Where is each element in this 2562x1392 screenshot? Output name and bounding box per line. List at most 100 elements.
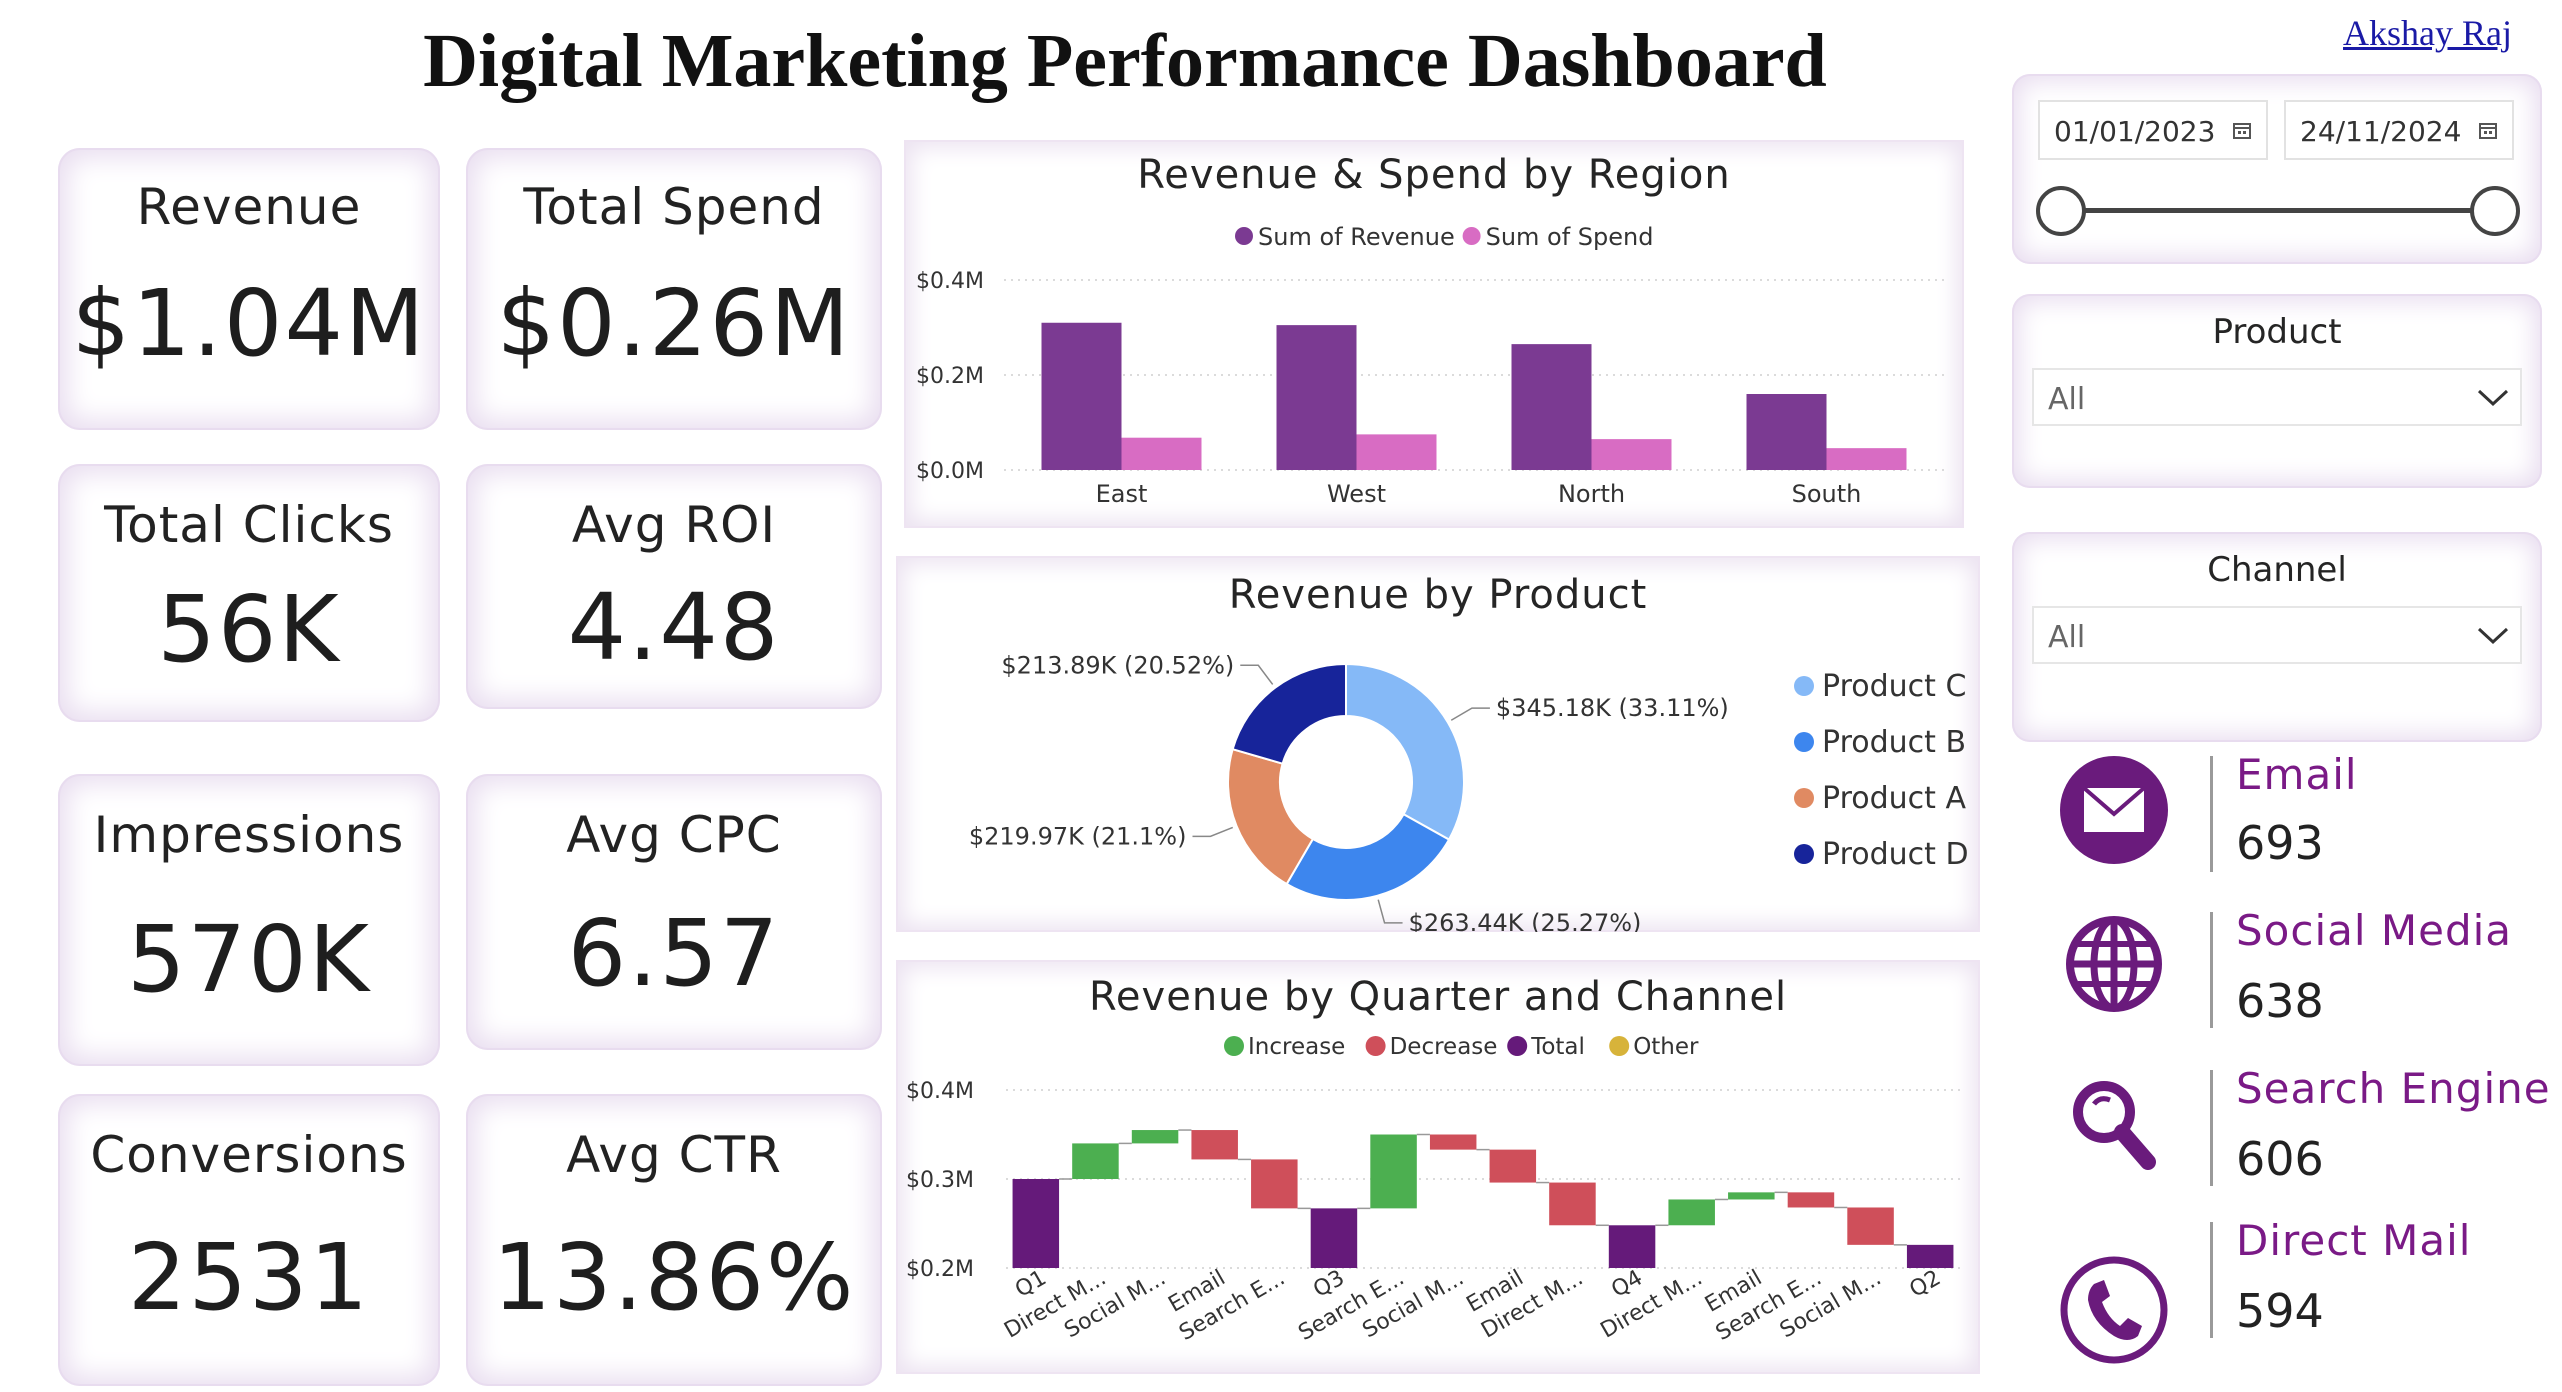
- product-dropdown[interactable]: All: [2032, 368, 2522, 426]
- waterfall-bar: [1608, 1225, 1656, 1268]
- legend-marker: [1794, 732, 1814, 752]
- channel-name: Email: [2236, 750, 2358, 799]
- kpi-label: Revenue: [136, 178, 362, 236]
- legend-marker: [1794, 844, 1814, 864]
- kpi-card-impressions: Impressions 570K: [58, 774, 440, 1066]
- channel-count: 606: [2236, 1132, 2324, 1186]
- kpi-card-avg-cpc: Avg CPC 6.57: [466, 774, 882, 1050]
- calendar-icon[interactable]: [2478, 120, 2498, 140]
- legend-label: Increase: [1248, 1034, 1345, 1060]
- bar: [1041, 322, 1122, 470]
- date-slider-end-handle[interactable]: [2470, 186, 2520, 236]
- y-tick-label: $0.2M: [906, 1257, 974, 1282]
- donut-slice: [1285, 812, 1451, 901]
- x-tick-label: North: [1558, 480, 1625, 508]
- y-tick-label: $0.3M: [906, 1168, 974, 1193]
- legend-label: Total: [1530, 1034, 1585, 1060]
- kpi-value: 2531: [127, 1224, 371, 1331]
- channel-count: 693: [2236, 816, 2324, 870]
- bar: [1121, 437, 1202, 470]
- legend-label: Product B: [1822, 725, 1966, 760]
- envelope-icon: [2060, 756, 2168, 864]
- donut-slice: [1231, 662, 1347, 765]
- waterfall-bar: [1549, 1182, 1596, 1226]
- product-dropdown-value: All: [2048, 382, 2086, 417]
- channel-name: Search Engine: [2236, 1064, 2551, 1113]
- end-date-input[interactable]: 24/11/2024: [2284, 100, 2514, 160]
- waterfall-bar: [1787, 1192, 1835, 1208]
- region-bar-chart: Sum of Revenue Sum of Spend $0.0M $0.2M $0.4…: [916, 223, 1944, 508]
- search-icon: [2073, 1081, 2156, 1170]
- bar: [1276, 325, 1357, 470]
- channel-dropdown[interactable]: All: [2032, 606, 2522, 664]
- waterfall-bar: [1489, 1149, 1537, 1183]
- dashboard-title: Digital Marketing Performance Dashboard: [423, 19, 1827, 103]
- date-slider-start-handle[interactable]: [2036, 186, 2086, 236]
- data-label: $345.18K (33.11%): [1496, 694, 1729, 722]
- kpi-label: Avg ROI: [571, 496, 777, 554]
- leader-line: [1240, 664, 1274, 685]
- legend-marker: [1462, 227, 1481, 245]
- kpi-value: 4.48: [567, 574, 781, 681]
- divider: [2210, 756, 2213, 872]
- kpi-label: Conversions: [90, 1126, 408, 1184]
- waterfall-bar: [1072, 1143, 1119, 1179]
- author-link[interactable]: Akshay Raj: [2343, 12, 2512, 54]
- legend-marker: [1365, 1036, 1386, 1056]
- kpi-label: Total Clicks: [104, 496, 394, 554]
- kpi-value: 56K: [157, 576, 341, 683]
- kpi-card-avg-ctr: Avg CTR 13.86%: [466, 1094, 882, 1386]
- legend-label: Decrease: [1390, 1034, 1498, 1060]
- kpi-card-total-clicks: Total Clicks 56K: [58, 464, 440, 722]
- waterfall-bar: [1251, 1159, 1298, 1209]
- slicer-title: Channel: [2207, 550, 2347, 590]
- quarter-chart-panel: Revenue by Quarter and Channel Increase D…: [896, 960, 1980, 1374]
- legend-label: Product C: [1822, 669, 1966, 704]
- bar: [1746, 394, 1827, 470]
- divider: [2210, 1222, 2213, 1338]
- waterfall-bar: [1847, 1207, 1894, 1245]
- date-range-slicer: 01/01/2023 24/11/2024: [2012, 74, 2542, 264]
- kpi-label: Avg CTR: [566, 1126, 782, 1184]
- waterfall-bar: [1191, 1130, 1238, 1160]
- kpi-card-avg-roi: Avg ROI 4.48: [466, 464, 882, 709]
- divider: [2210, 1070, 2213, 1186]
- calendar-icon[interactable]: [2232, 120, 2252, 140]
- waterfall-bar: [1131, 1130, 1179, 1144]
- kpi-value: 6.57: [567, 900, 781, 1007]
- bar: [1826, 448, 1907, 470]
- kpi-label: Impressions: [93, 806, 405, 864]
- start-date-value: 01/01/2023: [2054, 115, 2216, 148]
- waterfall-bar: [1906, 1244, 1954, 1268]
- kpi-card-conversions: Conversions 2531: [58, 1094, 440, 1386]
- bar: [1511, 344, 1592, 470]
- channel-name: Direct Mail: [2236, 1216, 2472, 1265]
- slicer-title: Product: [2212, 312, 2342, 352]
- end-date-value: 24/11/2024: [2300, 115, 2462, 148]
- waterfall-bar: [1012, 1179, 1060, 1268]
- chevron-down-icon: [2477, 389, 2509, 407]
- legend-marker: [1235, 227, 1253, 245]
- date-slider-track[interactable]: [2064, 208, 2494, 213]
- y-tick-label: $0.0M: [916, 459, 984, 484]
- leader-line: [1192, 826, 1234, 838]
- bar: [1591, 439, 1672, 470]
- legend-label: Sum of Spend: [1486, 223, 1654, 251]
- waterfall-bar: [1728, 1192, 1775, 1200]
- kpi-value: 570K: [127, 906, 371, 1013]
- legend-marker: [1224, 1036, 1244, 1056]
- waterfall-bar: [1668, 1199, 1715, 1226]
- x-tick-label: West: [1327, 480, 1386, 508]
- kpi-value: 13.86%: [492, 1224, 856, 1331]
- bar: [1356, 434, 1437, 470]
- legend-marker: [1794, 788, 1814, 808]
- legend-label: Sum of Revenue: [1258, 223, 1455, 251]
- x-tick-label: Q2: [1906, 1266, 1946, 1303]
- start-date-input[interactable]: 01/01/2023: [2038, 100, 2268, 160]
- data-label: $213.89K (20.52%): [1001, 651, 1234, 679]
- channel-count: 594: [2236, 1284, 2324, 1338]
- x-tick-label: East: [1096, 480, 1148, 508]
- globe-icon: [2066, 916, 2162, 1012]
- y-tick-label: $0.4M: [916, 269, 984, 294]
- leader-line: [1377, 899, 1403, 924]
